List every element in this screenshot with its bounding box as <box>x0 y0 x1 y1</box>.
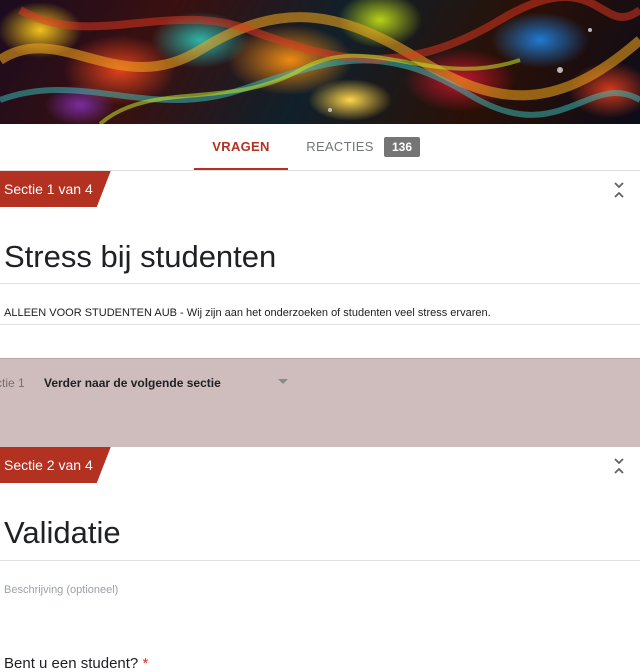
title-underline <box>0 283 640 284</box>
section-2-card[interactable]: Sectie 2 van 4 Validatie Beschrijving (o… <box>0 447 640 664</box>
title-underline <box>0 560 640 561</box>
section-1-title[interactable]: Stress bij studenten <box>4 239 276 275</box>
tab-responses[interactable]: REACTIES <box>300 124 380 170</box>
tab-questions[interactable]: VRAGEN <box>194 124 288 170</box>
section-2-tag: Sectie 2 van 4 <box>0 447 111 483</box>
section-1-tag: Sectie 1 van 4 <box>0 171 111 207</box>
description-underline <box>0 324 640 325</box>
after-section-label: ctie 1 <box>0 376 25 390</box>
collapse-icon[interactable] <box>612 457 626 475</box>
section-navigation-strip: ctie 1 Verder naar de volgende sectie <box>0 358 640 447</box>
after-section-dropdown[interactable]: Verder naar de volgende sectie <box>44 376 221 390</box>
dropdown-caret-icon[interactable] <box>278 379 288 384</box>
collapse-icon[interactable] <box>612 181 626 199</box>
header-banner-image <box>0 0 640 124</box>
section-2-description-placeholder[interactable]: Beschrijving (optioneel) <box>4 584 118 596</box>
responses-count-badge: 136 <box>384 137 421 157</box>
banner-swirls <box>0 0 640 124</box>
section-2-title[interactable]: Validatie <box>4 515 121 551</box>
section-1-description[interactable]: ALLEEN VOOR STUDENTEN AUB - Wij zijn aan… <box>4 307 491 319</box>
tab-bar: VRAGEN REACTIES 136 <box>0 124 640 171</box>
section-1-card[interactable]: Sectie 1 van 4 Stress bij studenten ALLE… <box>0 171 640 357</box>
